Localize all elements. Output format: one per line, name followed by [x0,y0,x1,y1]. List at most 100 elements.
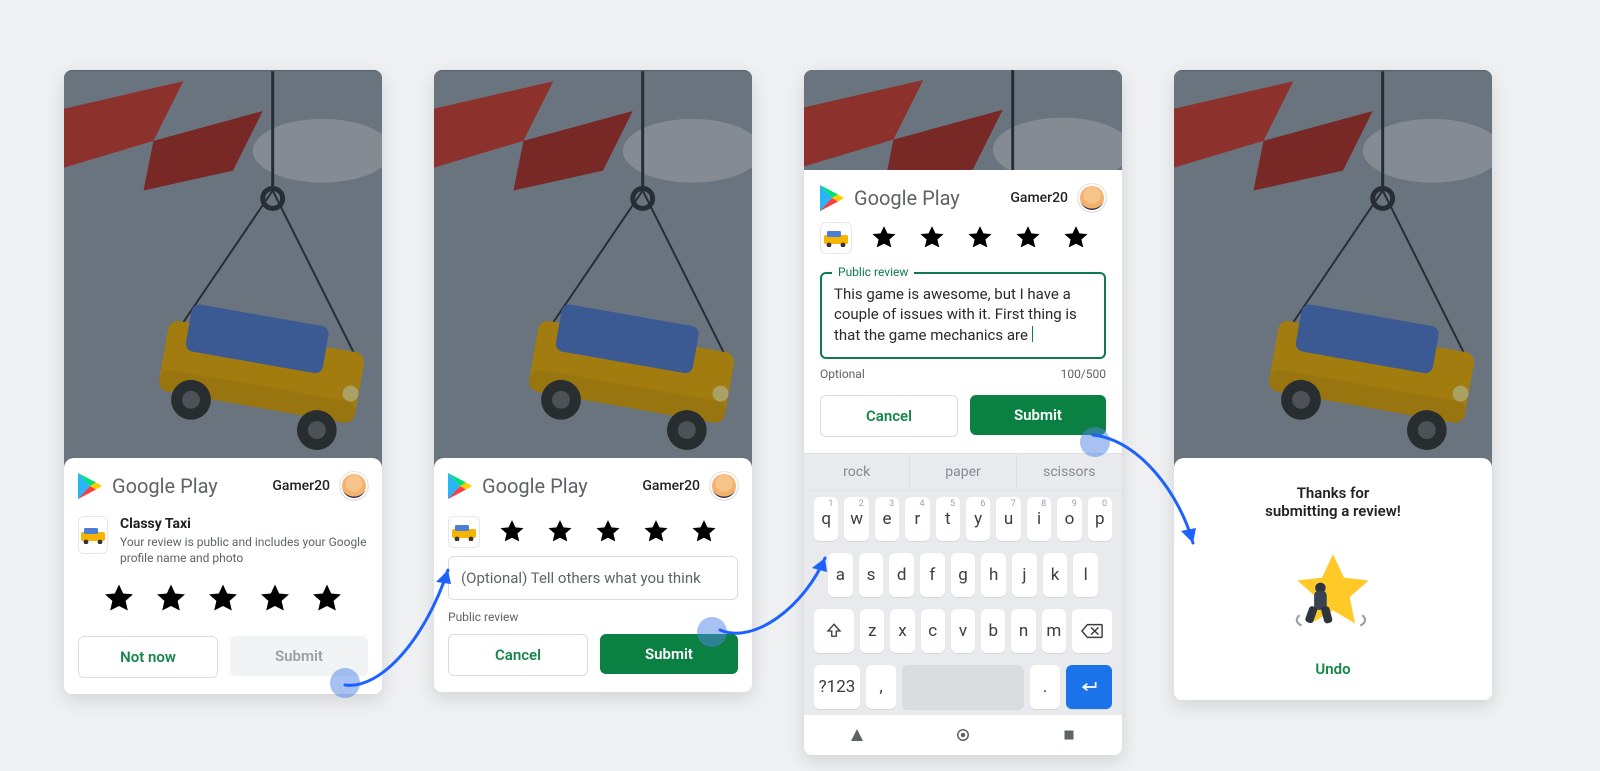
avatar[interactable] [340,472,368,500]
thanks-illustration [1174,538,1492,646]
screen-4-thank-you: Thanks for submitting a review! Undo [1174,70,1492,700]
rating-stars [64,570,382,626]
key-z[interactable]: z [860,609,884,653]
star-2[interactable] [546,518,574,546]
key-h[interactable]: h [981,553,1006,597]
key-v[interactable]: v [951,609,975,653]
nav-recents-icon[interactable] [1060,726,1078,744]
enter-icon [1079,679,1099,695]
review-text: This game is awesome, but I have a coupl… [834,285,1077,344]
backspace-icon [1081,623,1103,639]
suggestion-1[interactable]: rock [804,454,909,490]
shift-key[interactable] [814,609,854,653]
star-4[interactable] [1014,224,1042,252]
key-u[interactable]: u7 [996,497,1020,541]
google-play-wordmark: Google Play [482,474,588,498]
key-q[interactable]: q1 [814,497,838,541]
star-3[interactable] [206,582,240,616]
avatar[interactable] [1078,184,1106,212]
star-1[interactable] [870,224,898,252]
key-row-4: ?123 , . [804,659,1122,715]
key-row-1: q1w2e3r4t5y6u7i8o9p0 [804,491,1122,547]
screen-2-write-review: Google Play Gamer20 (Optional) T [434,70,752,692]
input-caption: Public review [434,604,752,624]
app-icon [78,516,108,554]
username: Gamer20 [1010,190,1068,206]
star-5[interactable] [690,518,718,546]
key-i[interactable]: i8 [1027,497,1051,541]
screen-1-initial-prompt: Google Play Gamer20 Classy Taxi Your rev… [64,70,382,694]
period-key[interactable]: . [1030,665,1060,709]
shift-icon [825,622,843,640]
key-n[interactable]: n [1011,609,1035,653]
symbols-key[interactable]: ?123 [814,665,860,709]
review-textarea[interactable]: Public review This game is awesome, but … [820,272,1106,359]
star-2[interactable] [154,582,188,616]
keyboard-suggestions: rock paper scissors [804,454,1122,491]
cancel-button[interactable]: Cancel [820,395,958,437]
google-play-wordmark: Google Play [854,186,960,210]
key-j[interactable]: j [1012,553,1037,597]
username: Gamer20 [272,478,330,494]
cancel-button[interactable]: Cancel [448,634,588,676]
screen-3-typing-review: Google Play Gamer20 Public revie [804,70,1122,755]
username: Gamer20 [642,478,700,494]
key-a[interactable]: a [828,553,853,597]
submit-button[interactable]: Submit [970,395,1106,435]
key-t[interactable]: t5 [936,497,960,541]
star-1[interactable] [102,582,136,616]
submit-button: Submit [230,636,368,676]
game-background [64,70,382,470]
suggestion-3[interactable]: scissors [1016,454,1122,490]
key-m[interactable]: m [1042,609,1066,653]
key-s[interactable]: s [859,553,884,597]
soft-keyboard: rock paper scissors q1w2e3r4t5y6u7i8o9p0… [804,453,1122,755]
key-d[interactable]: d [889,553,914,597]
key-k[interactable]: k [1043,553,1068,597]
space-key[interactable] [902,665,1024,709]
not-now-button[interactable]: Not now [78,636,218,678]
key-b[interactable]: b [981,609,1005,653]
review-disclaimer: Your review is public and includes your … [120,534,368,566]
star-2[interactable] [918,224,946,252]
key-w[interactable]: w2 [844,497,868,541]
star-5[interactable] [310,582,344,616]
enter-key[interactable] [1066,665,1112,709]
key-c[interactable]: c [921,609,945,653]
suggestion-2[interactable]: paper [909,454,1015,490]
star-1[interactable] [498,518,526,546]
key-y[interactable]: y6 [966,497,990,541]
avatar[interactable] [710,472,738,500]
review-input[interactable]: (Optional) Tell others what you think [448,556,738,600]
game-background [1174,70,1492,470]
rating-stars [498,518,718,546]
key-l[interactable]: l [1073,553,1098,597]
app-icon [820,222,852,254]
star-3[interactable] [594,518,622,546]
star-4[interactable] [258,582,292,616]
comma-key[interactable]: , [866,665,896,709]
key-o[interactable]: o9 [1057,497,1081,541]
star-3[interactable] [966,224,994,252]
rating-stars-row [820,212,1106,260]
google-play-icon [448,473,472,499]
game-background [804,70,1122,170]
key-p[interactable]: p0 [1088,497,1112,541]
star-4[interactable] [642,518,670,546]
key-x[interactable]: x [890,609,914,653]
key-f[interactable]: f [920,553,945,597]
undo-button[interactable]: Undo [1174,646,1492,700]
key-g[interactable]: g [951,553,976,597]
key-r[interactable]: r4 [905,497,929,541]
backspace-key[interactable] [1072,609,1112,653]
sheet-header: Google Play Gamer20 [64,458,382,510]
sheet-header: Google Play Gamer20 [434,458,752,510]
submit-button[interactable]: Submit [600,634,738,674]
key-e[interactable]: e3 [875,497,899,541]
nav-home-icon[interactable] [954,726,972,744]
star-5[interactable] [1062,224,1090,252]
thanks-line-2: submitting a review! [1174,502,1492,520]
nav-back-icon[interactable] [848,726,866,744]
text-cursor [1032,326,1033,342]
char-counter: 100/500 [1061,367,1106,381]
